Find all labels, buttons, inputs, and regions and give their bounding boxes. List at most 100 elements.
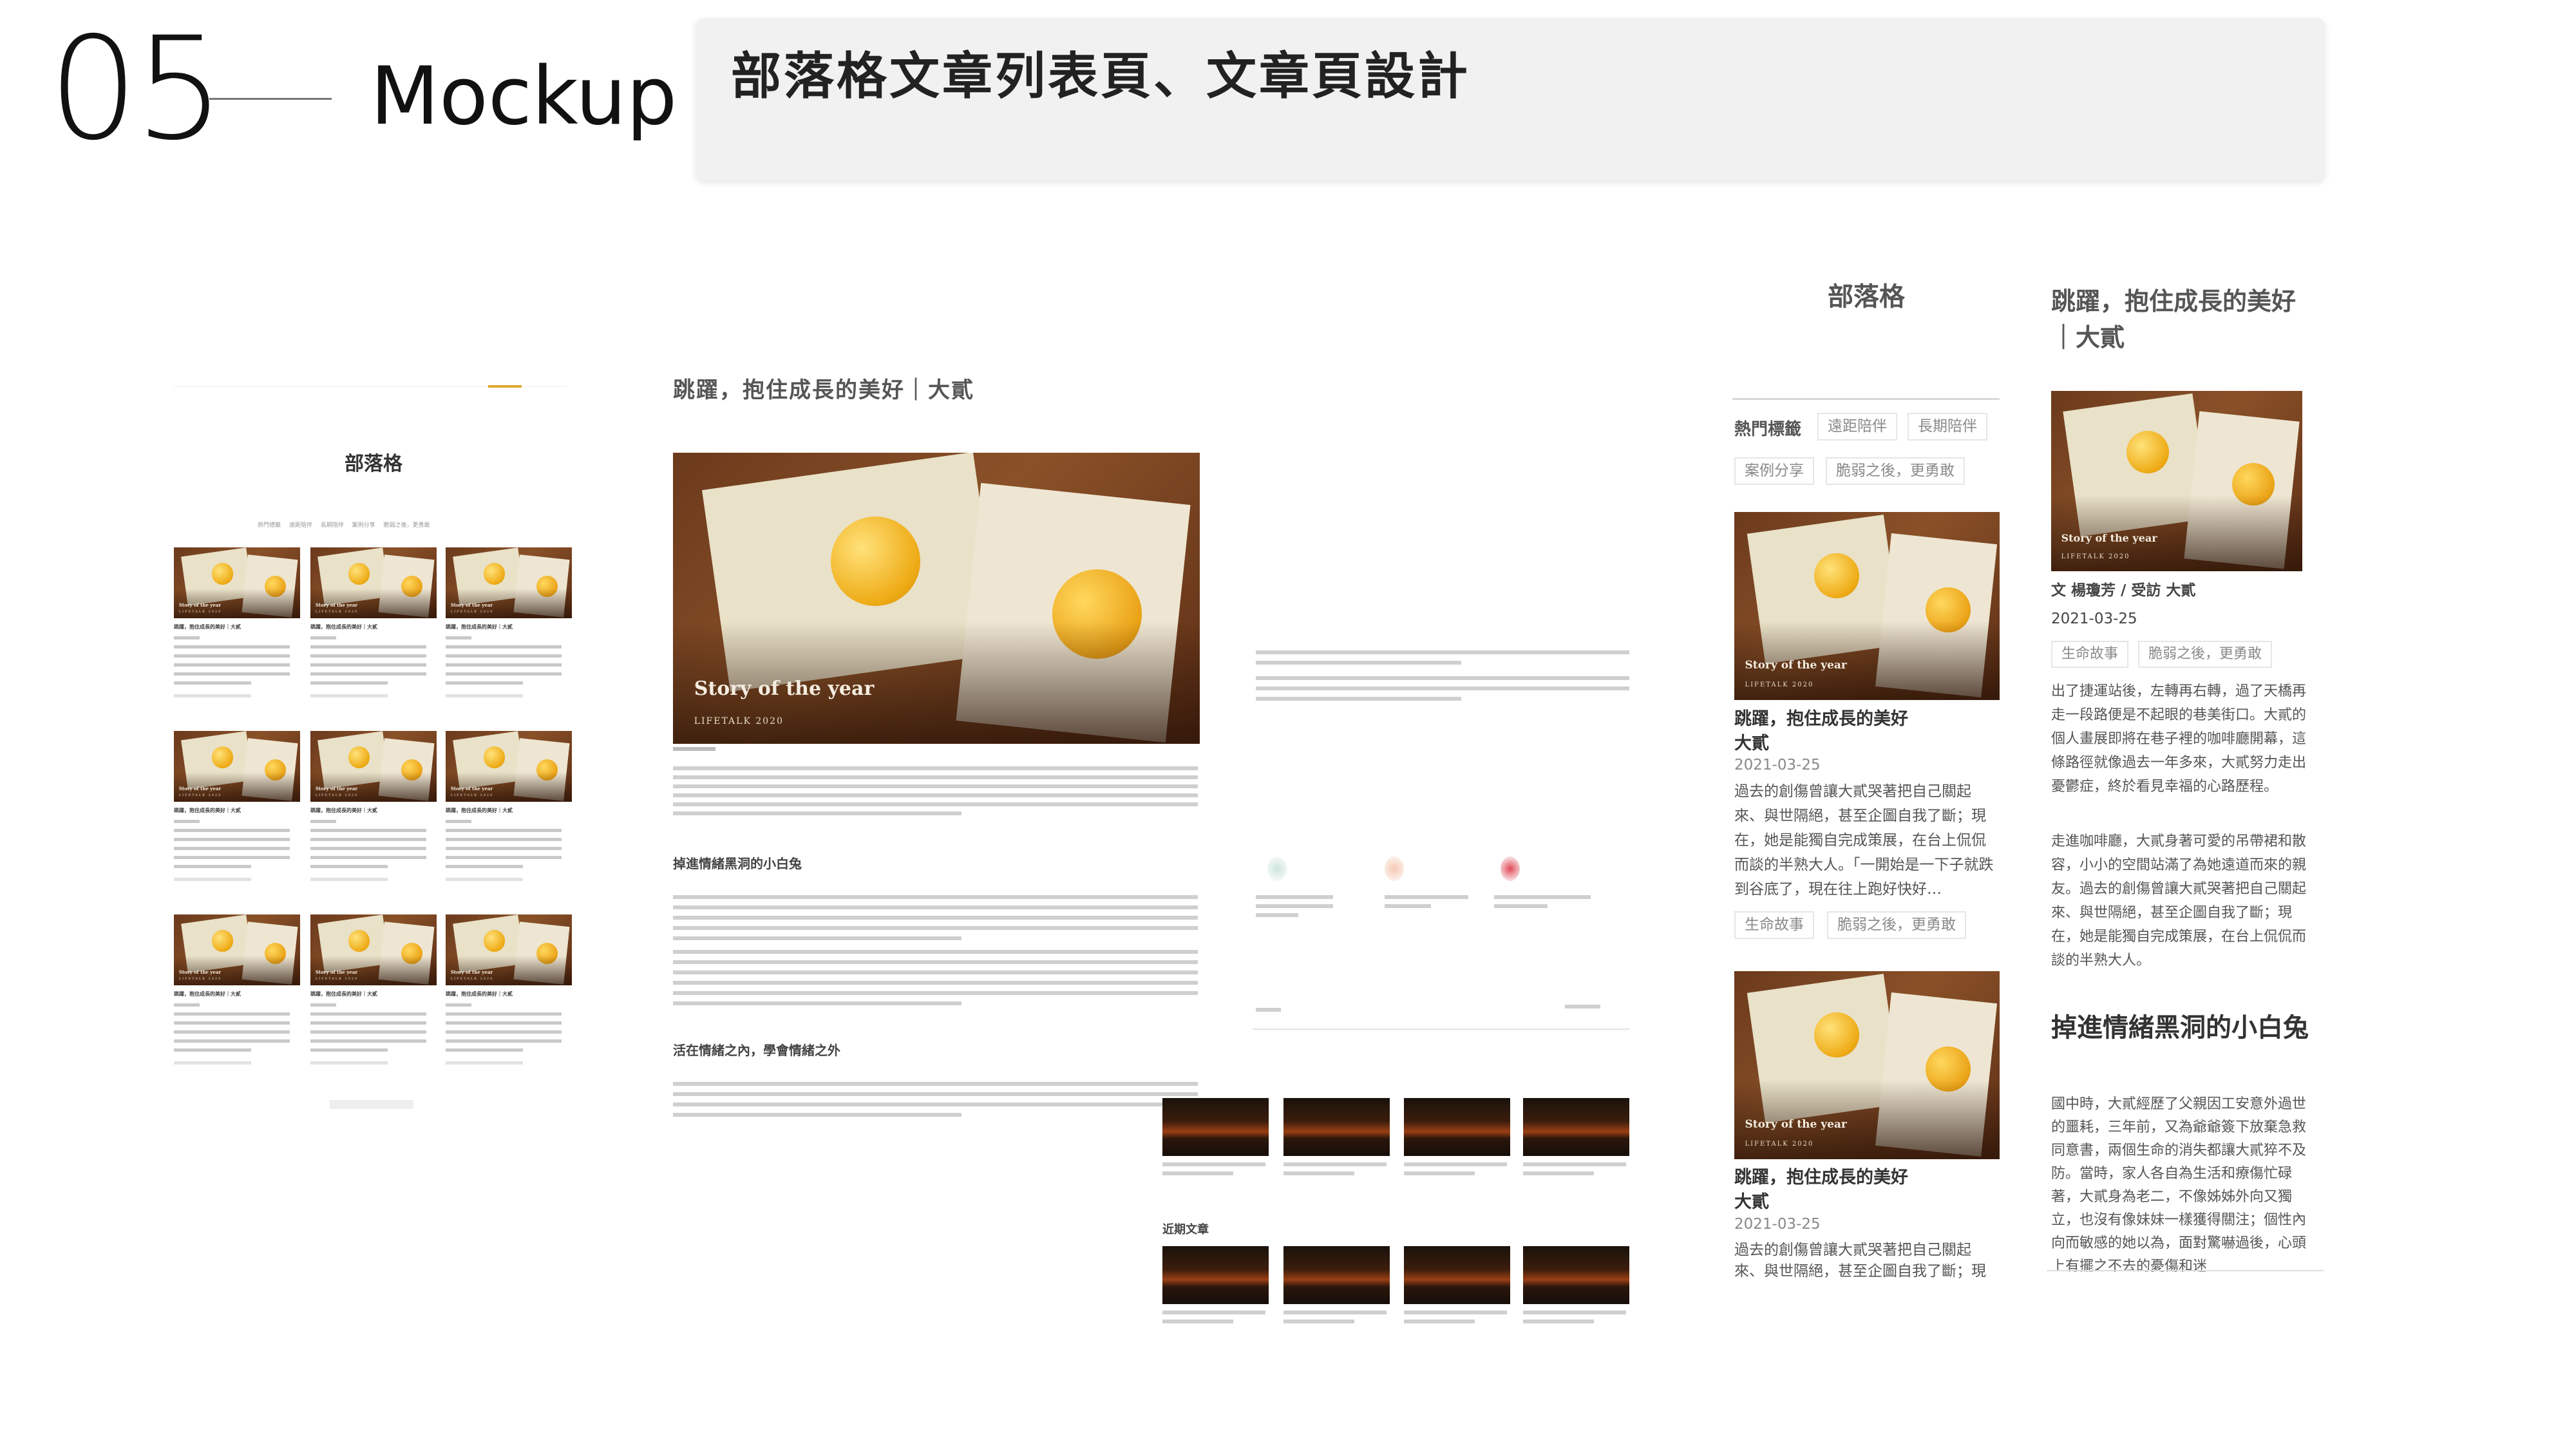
text-line [310, 636, 336, 639]
list-card-image[interactable]: Story of the year LIFETALK 2020 [310, 914, 437, 985]
list-card-image[interactable]: Story of the year LIFETALK 2020 [446, 914, 572, 985]
text-line [1283, 1171, 1354, 1175]
text-line [310, 645, 426, 649]
list-card-title[interactable]: 跳躍，抱住成長的美好｜大貳 [174, 990, 300, 998]
list-card[interactable]: Story of the year LIFETALK 2020 跳躍，抱住成長的美好… [310, 914, 437, 1101]
text-line [1283, 1311, 1387, 1314]
mobile-post-title-2[interactable]: 跳躍，抱住成長的美好 大貳 [1734, 1166, 2000, 1215]
text-line [310, 1003, 336, 1007]
text-line [673, 926, 1198, 930]
text-line [1256, 687, 1629, 690]
tag-brave[interactable]: 脆弱之後，更勇敢 [1826, 457, 1965, 485]
text-line [446, 1030, 562, 1034]
hero-subcaption: LIFETALK 2020 [315, 977, 359, 981]
list-card-image[interactable]: Story of the year LIFETALK 2020 [310, 547, 437, 618]
related-thumbnail[interactable] [1404, 1246, 1510, 1304]
tag-remote[interactable]: 遠距陪伴 [1817, 413, 1897, 440]
list-card-image[interactable]: Story of the year LIFETALK 2020 [310, 731, 437, 802]
list-card[interactable]: Story of the year LIFETALK 2020 跳躍，抱住成長的美好… [310, 731, 437, 918]
hero-caption: Story of the year [178, 601, 222, 608]
related-thumbnail[interactable] [1404, 1098, 1510, 1156]
text-line [446, 1048, 523, 1052]
text-line [1385, 904, 1431, 908]
list-card-image[interactable]: Story of the year LIFETALK 2020 [446, 547, 572, 618]
text-line [673, 775, 1198, 779]
text-line [1494, 895, 1591, 899]
list-card-title[interactable]: 跳躍，抱住成長的美好｜大貳 [446, 807, 572, 814]
list-card[interactable]: Story of the year LIFETALK 2020 跳躍，抱住成長的美好… [174, 731, 300, 918]
text-line [673, 766, 1198, 770]
list-page-pager[interactable] [330, 1100, 413, 1109]
list-card-title[interactable]: 跳躍，抱住成長的美好｜大貳 [174, 623, 300, 630]
list-card-title[interactable]: 跳躍，抱住成長的美好｜大貳 [446, 623, 572, 630]
hero-caption: Story of the year [178, 785, 222, 791]
list-card-title[interactable]: 跳躍，抱住成長的美好｜大貳 [310, 807, 437, 814]
list-card-title[interactable]: 跳躍，抱住成長的美好｜大貳 [174, 807, 300, 814]
text-line [673, 905, 1198, 909]
mobile-post-excerpt-2: 過去的創傷曾讓大貳哭著把自己關起來、與世隔絕，甚至企圖自我了斷；現在，她是能獨自… [1734, 1242, 1971, 1258]
mobile-post-date-2: 2021-03-25 [1734, 1216, 1821, 1233]
share-heart-icon[interactable] [1501, 857, 1520, 881]
text-line [673, 960, 1198, 964]
text-line [1162, 1162, 1265, 1166]
list-card[interactable]: Story of the year LIFETALK 2020 跳躍，抱住成長的美好… [310, 547, 437, 734]
text-line [174, 1021, 290, 1025]
text-line [174, 663, 290, 667]
text-line [446, 820, 471, 823]
related-thumbnail[interactable] [1283, 1246, 1390, 1304]
text-line [1385, 895, 1468, 899]
share-facebook-icon[interactable] [1385, 857, 1404, 881]
related-thumbnail[interactable] [1523, 1098, 1629, 1156]
hero-subcaption: LIFETALK 2020 [450, 793, 494, 798]
text-line [1162, 1311, 1265, 1314]
list-card-title[interactable]: 跳躍，抱住成長的美好｜大貳 [310, 990, 437, 998]
post-tag-life[interactable]: 生命故事 [1734, 911, 1814, 939]
list-card-title[interactable]: 跳躍，抱住成長的美好｜大貳 [446, 990, 572, 998]
text-line [446, 1003, 471, 1007]
list-card-image[interactable]: Story of the year LIFETALK 2020 [174, 547, 300, 618]
list-page-tags: 熱門標籤 遠距陪伴 長期陪伴 案例分享 脆弱之後，更勇敢 [258, 522, 430, 529]
article-tag-life[interactable]: 生命故事 [2051, 641, 2129, 668]
list-card-image[interactable]: Story of the year LIFETALK 2020 [174, 731, 300, 802]
text-line [446, 878, 523, 881]
text-line [174, 694, 251, 697]
related-thumbnail[interactable] [1162, 1246, 1269, 1304]
tag-longterm[interactable]: 長期陪伴 [1908, 413, 1987, 440]
list-card[interactable]: Story of the year LIFETALK 2020 跳躍，抱住成長的美好… [446, 731, 572, 918]
related-thumbnail[interactable] [1162, 1098, 1269, 1156]
list-card[interactable]: Story of the year LIFETALK 2020 跳躍，抱住成長的美好… [174, 914, 300, 1101]
share-line-icon[interactable] [1267, 857, 1287, 881]
list-card-image[interactable]: Story of the year LIFETALK 2020 [174, 914, 300, 985]
list-card-title[interactable]: 跳躍，抱住成長的美好｜大貳 [310, 623, 437, 630]
list-card-image[interactable]: Story of the year LIFETALK 2020 [446, 731, 572, 802]
related-thumbnail[interactable] [1283, 1098, 1390, 1156]
list-card[interactable]: Story of the year LIFETALK 2020 跳躍，抱住成長的美好… [446, 547, 572, 734]
related-thumbnail[interactable] [1523, 1246, 1629, 1304]
hero-subcaption: LIFETALK 2020 [315, 793, 359, 798]
text-line [310, 829, 426, 832]
mobile-post-image[interactable]: Story of the year LIFETALK 2020 [1734, 512, 2000, 700]
list-card[interactable]: Story of the year LIFETALK 2020 跳躍，抱住成長的美好… [174, 547, 300, 734]
mobile-article-paragraph-3: 國中時，大貳經歷了父親因工安意外過世的噩耗，三年前，又為爺爺簽下放棄急救同意書，… [2051, 1096, 2307, 1273]
hero-caption: Story of the year [1745, 659, 1847, 672]
hero-subcaption: LIFETALK 2020 [450, 610, 494, 614]
post-tag-brave[interactable]: 脆弱之後，更勇敢 [1827, 911, 1966, 939]
article-tag-brave[interactable]: 脆弱之後，更勇敢 [2138, 641, 2273, 668]
list-card[interactable]: Story of the year LIFETALK 2020 跳躍，抱住成長的美好… [446, 914, 572, 1101]
text-line [446, 856, 562, 859]
article-heading-2: 活在情緒之內，學會情緒之外 [673, 1043, 840, 1058]
text-line [1256, 1008, 1281, 1012]
text-line [673, 784, 1198, 788]
text-line [673, 747, 715, 751]
mobile-post-image-2[interactable]: Story of the year LIFETALK 2020 [1734, 971, 2000, 1159]
hero-subcaption: LIFETALK 2020 [1745, 681, 1814, 689]
text-line [310, 663, 426, 667]
text-line [1283, 1162, 1387, 1166]
text-line [310, 1030, 426, 1034]
text-line [174, 878, 251, 881]
mobile-article-paragraph-2: 走進咖啡廳，大貳身著可愛的吊帶裙和散容，小小的空間站滿了為她遠道而來的親友。過去… [2051, 833, 2307, 969]
mobile-article-heading: 掉進情緒黑洞的小白兔 [2051, 1013, 2309, 1043]
tag-cases[interactable]: 案例分享 [1734, 457, 1814, 485]
text-line [673, 950, 1198, 954]
mobile-post-title[interactable]: 跳躍，抱住成長的美好 大貳 [1734, 707, 2000, 756]
